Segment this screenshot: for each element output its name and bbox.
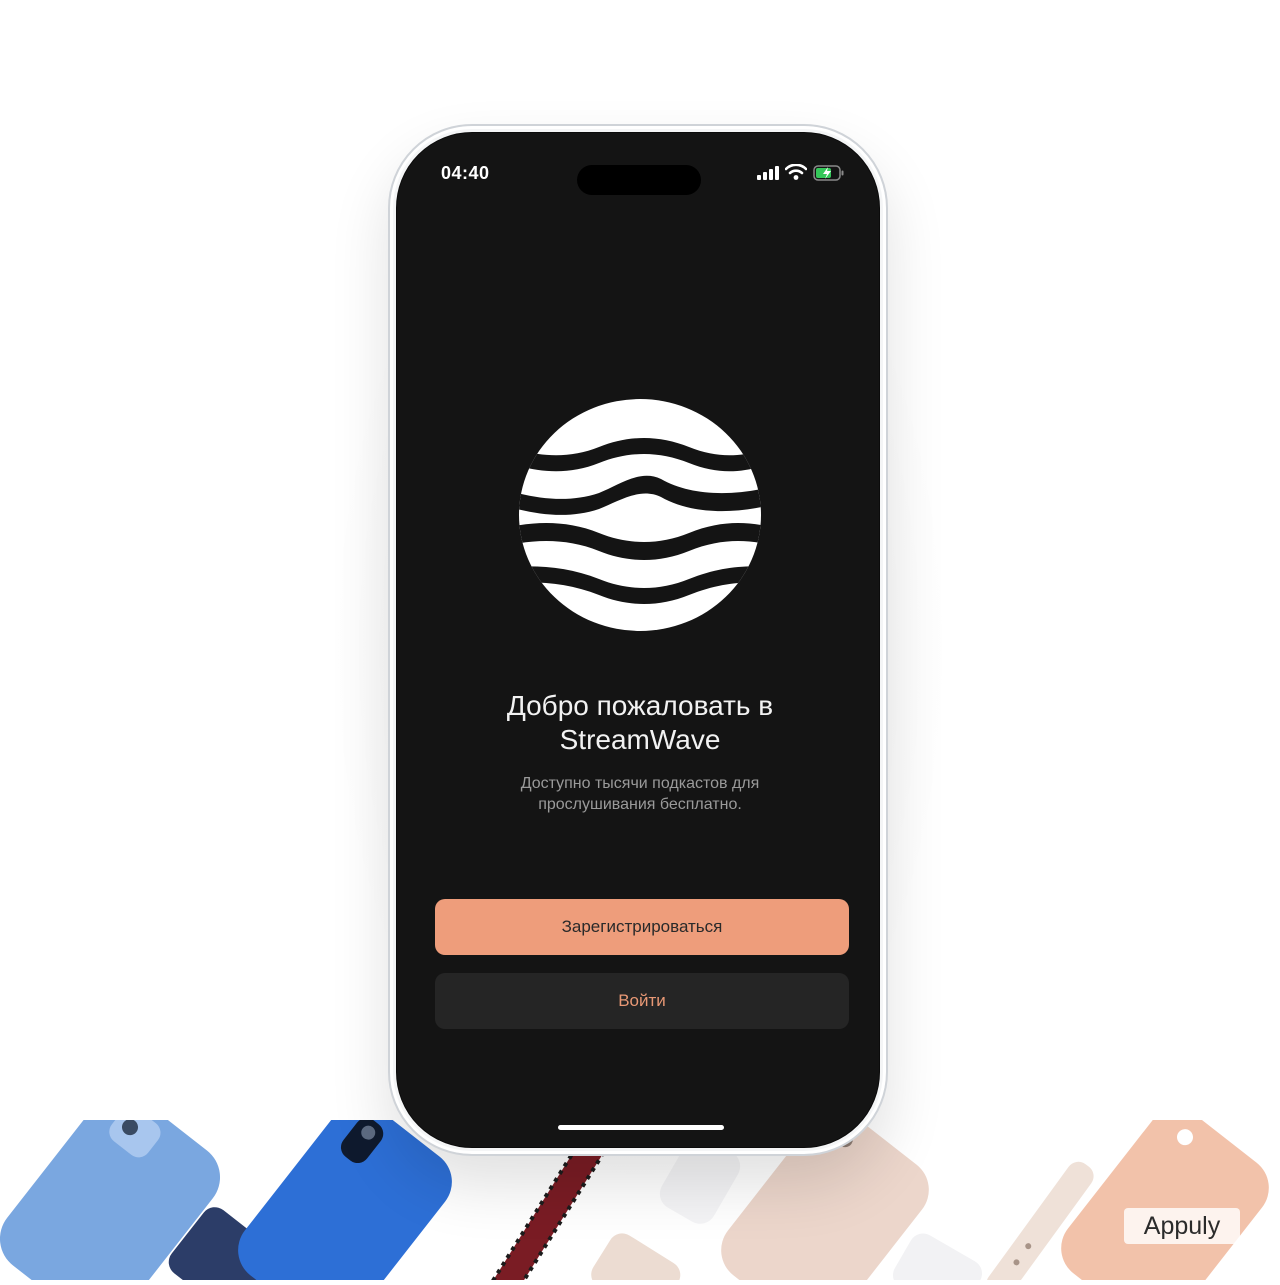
welcome-title-line2: StreamWave — [559, 724, 721, 755]
wifi-icon — [785, 164, 807, 180]
welcome-subtitle: Доступно тысячи подкастов для прослушива… — [457, 773, 823, 815]
welcome-title: Добро пожаловать в StreamWave — [437, 689, 843, 757]
battery-charging-icon — [813, 165, 844, 181]
cellular-signal-icon — [757, 166, 779, 180]
welcome-subtitle-line1: Доступно тысячи подкастов для — [520, 775, 760, 792]
home-indicator[interactable] — [558, 1125, 724, 1130]
status-time: 04:40 — [441, 163, 490, 183]
app-screen: 04:40 Добро пожаловать в StreamWave Дост… — [396, 132, 880, 1148]
dynamic-island — [577, 165, 701, 195]
login-button[interactable]: Войти — [435, 973, 849, 1029]
register-button[interactable]: Зарегистрироваться — [435, 899, 849, 955]
welcome-subtitle-line2: прослушивания бесплатно. — [538, 796, 742, 813]
appuly-watermark: Appuly — [1124, 1208, 1240, 1244]
phone-frame: 04:40 Добро пожаловать в StreamWave Дост… — [388, 124, 888, 1156]
streamwave-logo — [519, 399, 761, 631]
welcome-title-line1: Добро пожаловать в — [506, 690, 774, 721]
